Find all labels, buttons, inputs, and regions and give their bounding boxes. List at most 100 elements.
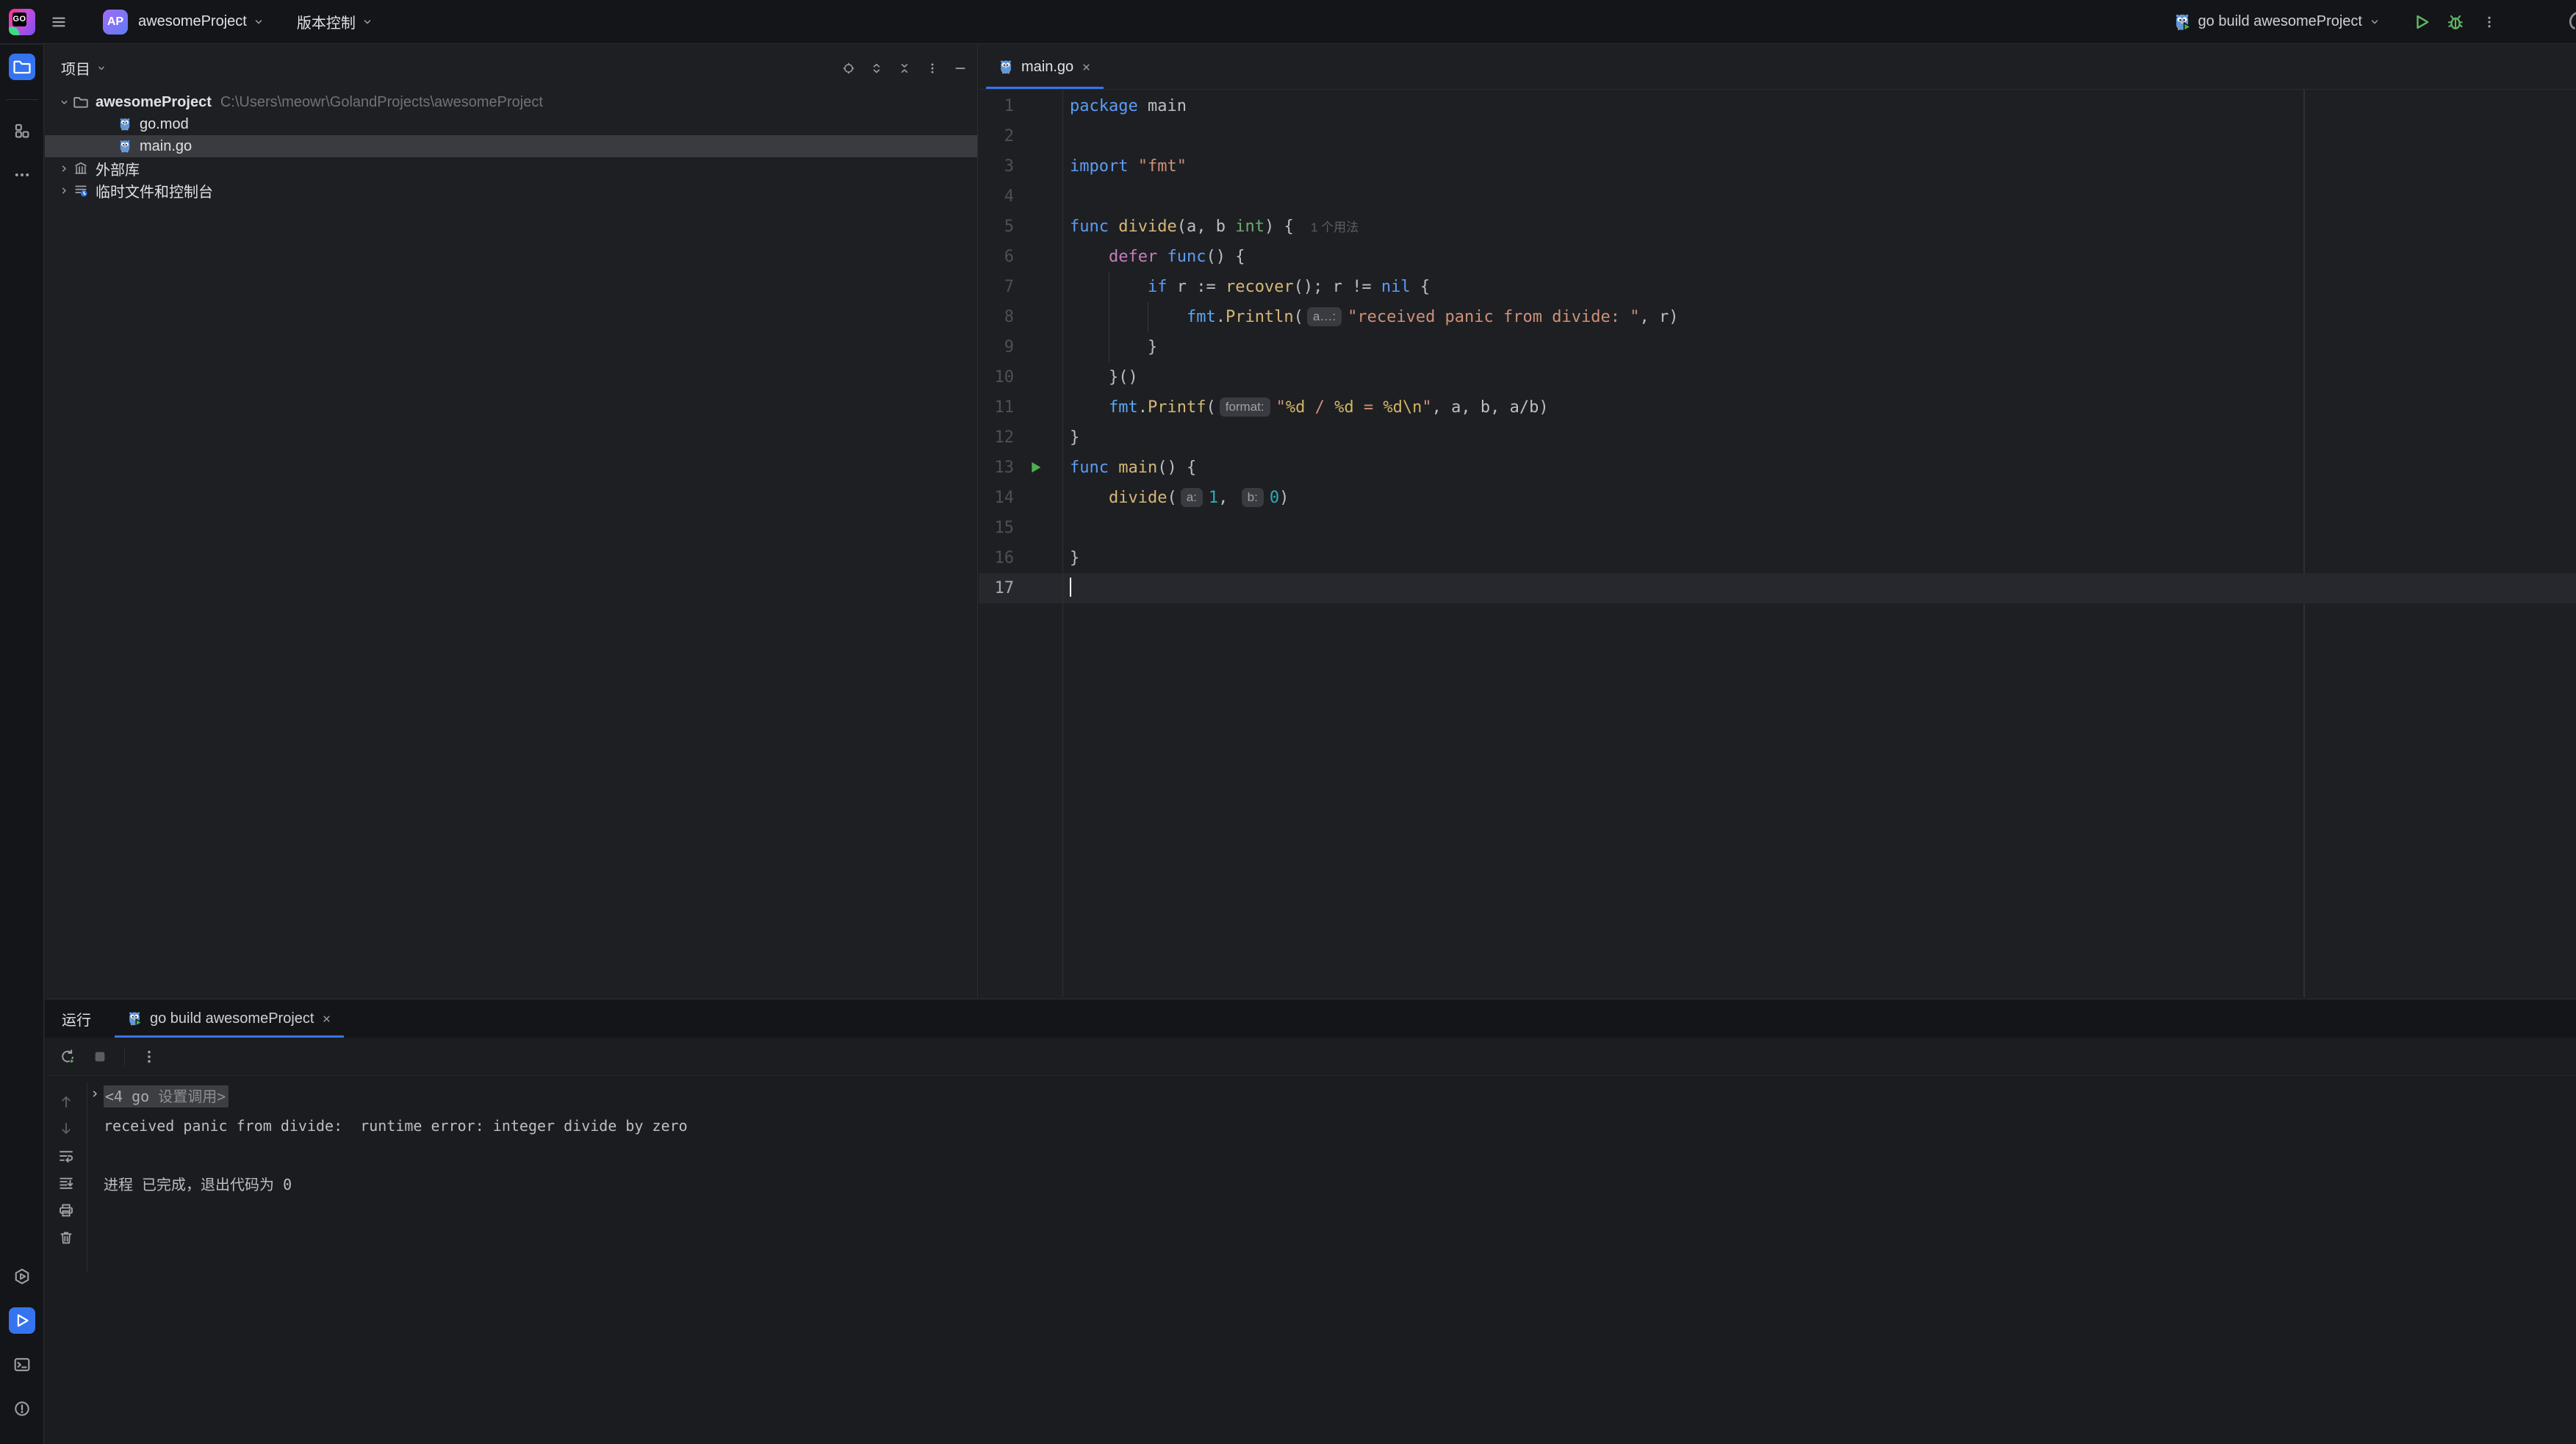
- scratch-icon: [73, 183, 89, 198]
- line-number: 1: [979, 91, 1062, 121]
- project-tool-icon[interactable]: [9, 54, 35, 80]
- code-line-2: [1063, 121, 2576, 151]
- soft-wrap-icon[interactable]: [58, 1148, 74, 1164]
- more-options-icon[interactable]: [141, 1049, 157, 1065]
- code-line-8: fmt.Println(a…:"received panic from divi…: [1063, 302, 2576, 332]
- console-toolbar: [45, 1082, 87, 1273]
- code-editor[interactable]: 1234567891011121314151617package mainimp…: [979, 90, 2576, 997]
- code-line-6: defer func() {: [1063, 242, 2576, 272]
- more-options-icon[interactable]: [926, 62, 939, 75]
- tree-item-label: 临时文件和控制台: [96, 180, 213, 201]
- rerun-icon[interactable]: [60, 1049, 76, 1065]
- usages-hint[interactable]: 1 个用法: [1311, 220, 1359, 234]
- run-tab[interactable]: go build awesomeProject: [113, 999, 345, 1038]
- chevron-right-icon[interactable]: [55, 163, 73, 174]
- run-console: <4 go 设置调用> received panic from divide: r…: [45, 1076, 2576, 1444]
- tree-item-path: C:\Users\meowr\GolandProjects\awesomePro…: [220, 94, 543, 111]
- print-icon[interactable]: [58, 1202, 74, 1218]
- next-occurrence-icon[interactable]: [58, 1121, 74, 1137]
- tree-item-awesomeProject[interactable]: awesomeProjectC:\Users\meowr\GolandProje…: [45, 91, 977, 113]
- run-panel-header: 运行 go build awesomeProject: [45, 999, 2576, 1038]
- stop-icon[interactable]: [92, 1049, 108, 1065]
- line-number: 10: [979, 362, 1062, 392]
- code-line-4: [1063, 182, 2576, 212]
- prev-occurrence-icon[interactable]: [58, 1093, 74, 1110]
- line-number: 4: [979, 182, 1062, 212]
- terminal-tool-icon[interactable]: [9, 1351, 35, 1378]
- code-line-3: import "fmt": [1063, 151, 2576, 182]
- run-toolbar: [45, 1038, 2576, 1076]
- run-tool-icon[interactable]: [9, 1307, 35, 1334]
- tree-item-label: 外部库: [96, 158, 140, 179]
- project-header: 项目: [45, 45, 977, 91]
- tree-item-外部库[interactable]: 外部库: [45, 157, 977, 179]
- fold-expand-icon[interactable]: [90, 1088, 101, 1099]
- chevron-down-icon: [253, 16, 265, 28]
- run-button[interactable]: [2408, 9, 2435, 35]
- scroll-to-end-icon[interactable]: [58, 1175, 74, 1191]
- tree-item-临时文件和控制台[interactable]: 临时文件和控制台: [45, 179, 977, 201]
- inlay-hint: a…:: [1307, 307, 1342, 326]
- clear-all-icon[interactable]: [58, 1229, 74, 1246]
- inlay-hint: format:: [1220, 398, 1270, 417]
- line-number: 9: [979, 332, 1062, 362]
- console-output[interactable]: <4 go 设置调用> received panic from divide: r…: [88, 1082, 2576, 1444]
- goland-window: GO AP awesomeProject 版本控制 go build aweso…: [0, 0, 2576, 1444]
- title-bar: GO AP awesomeProject 版本控制 go build aweso…: [0, 0, 2576, 44]
- problems-tool-icon[interactable]: [9, 1395, 35, 1422]
- tree-item-main.go[interactable]: main.go: [45, 135, 977, 157]
- folder-icon: [73, 95, 89, 109]
- more-tool-windows-icon[interactable]: [9, 162, 35, 188]
- project-avatar: AP: [103, 10, 128, 35]
- chevron-down-icon[interactable]: [55, 97, 73, 108]
- line-number: 16: [979, 543, 1062, 573]
- line-number: 5: [979, 212, 1062, 242]
- services-tool-icon[interactable]: [9, 1263, 35, 1290]
- tab-main-go[interactable]: main.go: [986, 45, 1104, 89]
- code-line-12: }: [1063, 423, 2576, 453]
- chevron-right-icon[interactable]: [55, 185, 73, 196]
- run-main-gutter-icon[interactable]: [1027, 459, 1043, 475]
- go-file-icon: [998, 59, 1014, 75]
- goland-logo: GO: [9, 9, 35, 35]
- code-line-1: package main: [1063, 91, 2576, 121]
- tree-item-label: main.go: [140, 138, 192, 155]
- project-tree: awesomeProjectC:\Users\meowr\GolandProje…: [45, 91, 977, 201]
- chevron-down-icon: [2369, 16, 2381, 28]
- locate-file-icon[interactable]: [842, 62, 855, 75]
- structure-tool-icon[interactable]: [9, 118, 35, 144]
- tree-item-label: go.mod: [140, 116, 189, 133]
- code-line-9: }: [1063, 332, 2576, 362]
- project-title-dropdown[interactable]: 项目: [61, 57, 107, 79]
- more-actions-button[interactable]: [2476, 9, 2503, 35]
- vcs-widget[interactable]: 版本控制: [297, 11, 373, 32]
- library-icon: [73, 161, 89, 176]
- run-configuration-name: go build awesomeProject: [2198, 13, 2362, 30]
- line-number: 11: [979, 392, 1062, 423]
- close-tab-icon[interactable]: [321, 1013, 332, 1024]
- code-line-16: }: [1063, 543, 2576, 573]
- console-line: [88, 1141, 2576, 1170]
- expand-all-icon[interactable]: [870, 62, 883, 75]
- folded-command[interactable]: <4 go 设置调用>: [104, 1085, 229, 1107]
- debug-button[interactable]: [2442, 9, 2469, 35]
- hide-panel-icon[interactable]: [954, 62, 967, 75]
- run-configuration-selector[interactable]: go build awesomeProject: [2173, 12, 2381, 32]
- project-widget[interactable]: awesomeProject: [138, 13, 265, 30]
- collapse-all-icon[interactable]: [898, 62, 911, 75]
- run-tab-label: go build awesomeProject: [150, 1010, 314, 1027]
- run-panel-title: 运行: [62, 1008, 91, 1030]
- close-tab-icon[interactable]: [1081, 62, 1092, 73]
- code-line-11: fmt.Printf(format:"%d / %d = %d\n", a, b…: [1063, 392, 2576, 423]
- text-caret: [1070, 578, 1071, 597]
- line-number: 8: [979, 302, 1062, 332]
- line-number: 3: [979, 151, 1062, 182]
- console-line: received panic from divide: runtime erro…: [88, 1111, 2576, 1141]
- line-number: 2: [979, 121, 1062, 151]
- left-tool-strip: [0, 45, 44, 1444]
- main-menu-button[interactable]: [46, 9, 72, 35]
- tree-item-go.mod[interactable]: go.mod: [45, 113, 977, 135]
- line-number: 14: [979, 483, 1062, 513]
- editor-tab-bar: main.go: [979, 45, 2576, 90]
- editor-area: main.go 1234567891011121314151617package…: [979, 45, 2576, 998]
